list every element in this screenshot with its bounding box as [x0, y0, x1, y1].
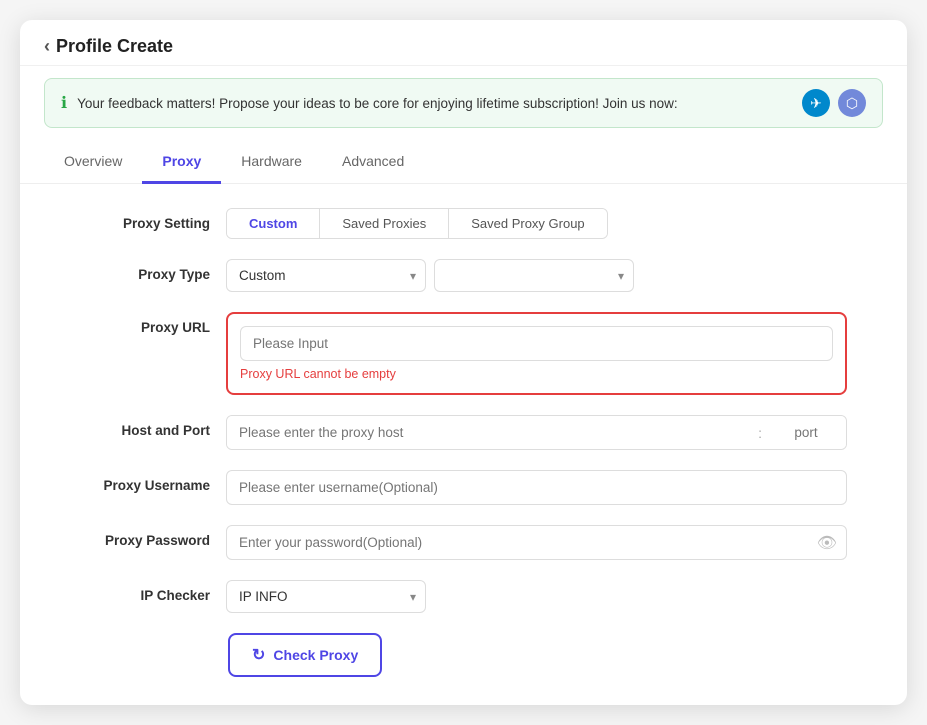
- proxy-type-secondary-select[interactable]: [434, 259, 634, 292]
- feedback-banner: ℹ Your feedback matters! Propose your id…: [44, 78, 883, 128]
- proxy-type-select[interactable]: Custom HTTP HTTPS SOCKS4 SOCKS5: [226, 259, 426, 292]
- proxy-username-label: Proxy Username: [80, 470, 210, 493]
- proxy-username-input[interactable]: [226, 470, 847, 505]
- proxy-type-secondary-wrapper: ▾: [434, 259, 634, 292]
- banner-text: Your feedback matters! Propose your idea…: [77, 96, 792, 111]
- host-port-group: :: [226, 415, 847, 450]
- ip-checker-select-wrapper: IP INFO IP API IPIFY ▾: [226, 580, 426, 613]
- ip-checker-select[interactable]: IP INFO IP API IPIFY: [226, 580, 426, 613]
- proxy-url-error: Proxy URL cannot be empty: [240, 367, 833, 381]
- ip-checker-control: IP INFO IP API IPIFY ▾: [226, 580, 847, 613]
- page-title: Profile Create: [56, 36, 173, 57]
- tabs-nav: Overview Proxy Hardware Advanced: [20, 140, 907, 184]
- proxy-url-label: Proxy URL: [80, 312, 210, 335]
- host-input[interactable]: [227, 416, 754, 449]
- proxy-setting-label: Proxy Setting: [80, 208, 210, 231]
- main-window: ‹ Profile Create ℹ Your feedback matters…: [20, 20, 907, 705]
- content-area: Proxy Setting Custom Saved Proxies Saved…: [20, 184, 907, 701]
- proxy-type-row: Proxy Type Custom HTTP HTTPS SOCKS4 SOCK…: [80, 259, 847, 292]
- proxy-type-label: Proxy Type: [80, 259, 210, 282]
- password-wrapper: 👁: [226, 525, 847, 560]
- proxy-url-wrapper: Proxy URL cannot be empty: [226, 312, 847, 395]
- proxy-password-label: Proxy Password: [80, 525, 210, 548]
- back-arrow-icon: ‹: [44, 36, 50, 57]
- proxy-tab-custom[interactable]: Custom: [227, 209, 320, 238]
- check-proxy-button[interactable]: ↻ Check Proxy: [228, 633, 382, 677]
- proxy-url-control: Proxy URL cannot be empty: [226, 312, 847, 395]
- host-port-row: Host and Port :: [80, 415, 847, 450]
- port-input[interactable]: [766, 416, 846, 449]
- tab-advanced[interactable]: Advanced: [322, 141, 424, 184]
- proxy-type-selects: Custom HTTP HTTPS SOCKS4 SOCKS5 ▾ ▾: [226, 259, 847, 292]
- ip-checker-label: IP Checker: [80, 580, 210, 603]
- proxy-username-control: [226, 470, 847, 505]
- proxy-tab-saved-proxy-group[interactable]: Saved Proxy Group: [449, 209, 606, 238]
- banner-socials: ✈ ⬡: [802, 89, 866, 117]
- proxy-setting-tabs-group: Custom Saved Proxies Saved Proxy Group: [226, 208, 847, 239]
- tab-hardware[interactable]: Hardware: [221, 141, 322, 184]
- ip-checker-row: IP Checker IP INFO IP API IPIFY ▾: [80, 580, 847, 613]
- proxy-url-input[interactable]: [240, 326, 833, 361]
- back-button[interactable]: ‹ Profile Create: [44, 36, 173, 57]
- host-port-control: :: [226, 415, 847, 450]
- proxy-setting-tabs: Custom Saved Proxies Saved Proxy Group: [226, 208, 608, 239]
- proxy-password-input[interactable]: [226, 525, 847, 560]
- info-icon: ℹ: [61, 93, 67, 113]
- check-proxy-label: Check Proxy: [273, 647, 358, 663]
- proxy-password-control: 👁: [226, 525, 847, 560]
- tab-proxy[interactable]: Proxy: [142, 141, 221, 184]
- host-port-label: Host and Port: [80, 415, 210, 438]
- proxy-url-row: Proxy URL Proxy URL cannot be empty: [80, 312, 847, 395]
- discord-button[interactable]: ⬡: [838, 89, 866, 117]
- colon-separator: :: [754, 425, 766, 441]
- eye-icon[interactable]: 👁: [817, 533, 837, 553]
- proxy-tab-saved-proxies[interactable]: Saved Proxies: [320, 209, 449, 238]
- title-bar: ‹ Profile Create: [20, 20, 907, 66]
- telegram-button[interactable]: ✈: [802, 89, 830, 117]
- proxy-setting-row: Proxy Setting Custom Saved Proxies Saved…: [80, 208, 847, 239]
- proxy-password-row: Proxy Password 👁: [80, 525, 847, 560]
- refresh-icon: ↻: [252, 645, 265, 665]
- proxy-type-select-wrapper: Custom HTTP HTTPS SOCKS4 SOCKS5 ▾: [226, 259, 426, 292]
- proxy-username-row: Proxy Username: [80, 470, 847, 505]
- tab-overview[interactable]: Overview: [44, 141, 142, 184]
